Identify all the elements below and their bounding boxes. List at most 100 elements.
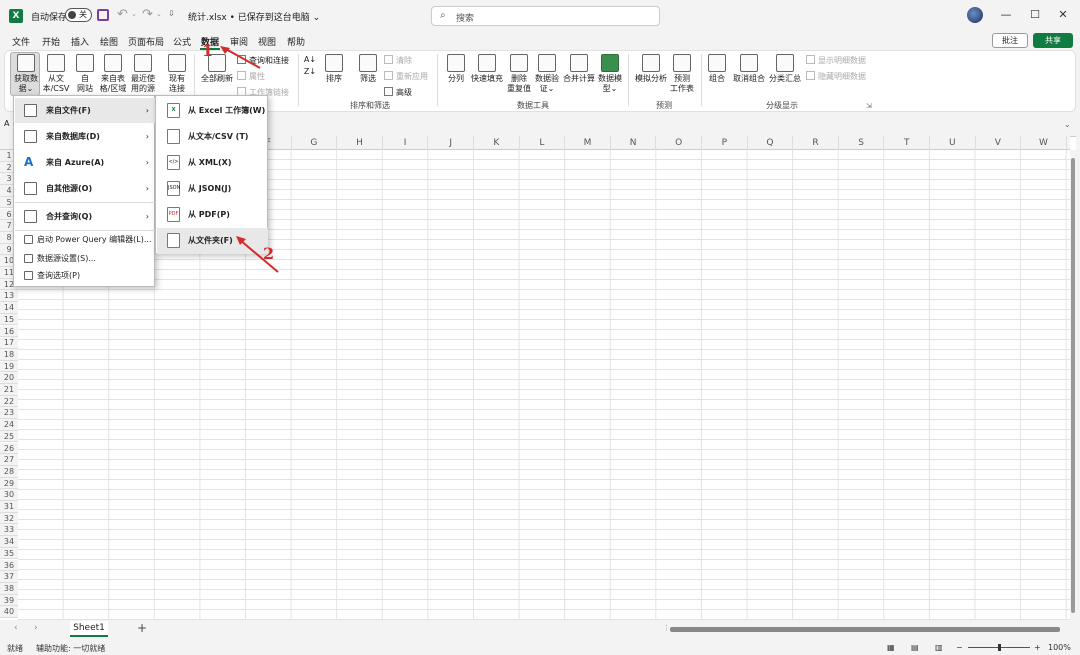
row-header[interactable]: 26: [0, 442, 18, 455]
row-header[interactable]: 30: [0, 489, 18, 501]
row-header[interactable]: 35: [0, 547, 18, 560]
horizontal-scroll-thumb[interactable]: [670, 627, 1060, 632]
zoom-in-icon[interactable]: +: [1034, 643, 1041, 652]
filter-button[interactable]: 筛选: [356, 54, 380, 84]
row-header[interactable]: 32: [0, 512, 18, 525]
column-header[interactable]: V: [976, 136, 1022, 150]
accessibility-status[interactable]: 辅助功能: 一切就绪: [36, 643, 105, 654]
properties-button[interactable]: 属性: [237, 71, 265, 82]
row-header[interactable]: 31: [0, 501, 18, 513]
menu-item-from-text-csv[interactable]: 从文本/CSV (T): [157, 124, 268, 150]
sheet-tab[interactable]: Sheet1: [70, 621, 108, 637]
row-header[interactable]: 27: [0, 454, 18, 466]
row-header[interactable]: 18: [0, 348, 18, 361]
subtotal-button[interactable]: 分类汇总: [768, 54, 802, 84]
save-icon[interactable]: [97, 9, 109, 21]
name-box[interactable]: A: [4, 119, 9, 128]
comments-button[interactable]: 批注: [992, 33, 1028, 48]
column-header[interactable]: H: [337, 136, 383, 150]
customize-quick-access-icon[interactable]: ⇩: [168, 9, 175, 18]
hide-detail-button[interactable]: 隐藏明细数据: [806, 71, 866, 82]
redo-icon[interactable]: ↷: [142, 7, 153, 22]
vertical-scrollbar[interactable]: [1070, 150, 1076, 620]
text-to-columns-button[interactable]: 分列: [445, 54, 467, 84]
row-header[interactable]: 40: [0, 606, 18, 618]
column-header[interactable]: M: [565, 136, 611, 150]
add-sheet-icon[interactable]: +: [137, 621, 147, 635]
tab-draw[interactable]: 绘图: [100, 35, 118, 48]
reapply-button[interactable]: 重新应用: [384, 71, 428, 82]
tab-file[interactable]: 文件: [12, 35, 30, 48]
menu-item-from-file[interactable]: 来自文件(F) ›: [15, 98, 155, 123]
column-header[interactable]: Q: [748, 136, 794, 150]
tab-formulas[interactable]: 公式: [173, 35, 191, 48]
tab-home[interactable]: 开始: [42, 35, 60, 48]
row-header[interactable]: 19: [0, 360, 18, 373]
column-header[interactable]: R: [793, 136, 839, 150]
close-icon[interactable]: ✕: [1054, 8, 1072, 24]
what-if-button[interactable]: 模拟分析: [634, 54, 668, 84]
column-header[interactable]: J: [428, 136, 474, 150]
forecast-sheet-button[interactable]: 预测 工作表: [668, 54, 696, 94]
column-header[interactable]: O: [656, 136, 702, 150]
menu-item-query-options[interactable]: 查询选项(P): [15, 267, 155, 285]
column-header[interactable]: S: [839, 136, 885, 150]
row-header[interactable]: 29: [0, 477, 18, 490]
zoom-slider-handle[interactable]: [998, 644, 1001, 651]
row-header[interactable]: 16: [0, 325, 18, 338]
autosave-toggle[interactable]: 关: [65, 8, 92, 22]
menu-item-data-source-settings[interactable]: 数据源设置(S)...: [15, 250, 155, 268]
vertical-scroll-thumb[interactable]: [1071, 158, 1075, 613]
menu-item-from-pdf[interactable]: PDF 从 PDF(P): [157, 202, 268, 228]
column-header[interactable]: W: [1021, 136, 1067, 150]
file-name[interactable]: 统计.xlsx • 已保存到这台电脑 ⌄: [188, 10, 320, 23]
row-header[interactable]: 33: [0, 524, 18, 537]
row-header[interactable]: 20: [0, 372, 18, 384]
avatar[interactable]: [967, 7, 983, 23]
row-header[interactable]: 13: [0, 290, 18, 303]
zoom-level[interactable]: 100%: [1048, 643, 1071, 652]
from-text-csv-button[interactable]: 从文 本/CSV: [41, 54, 71, 94]
page-layout-view-icon[interactable]: ▤: [911, 643, 919, 652]
row-header[interactable]: 34: [0, 536, 18, 548]
column-header[interactable]: T: [884, 136, 930, 150]
column-header[interactable]: G: [292, 136, 338, 150]
tab-page-layout[interactable]: 页面布局: [128, 35, 164, 48]
row-header[interactable]: 37: [0, 571, 18, 583]
menu-item-from-azure[interactable]: A 来自 Azure(A) ›: [15, 150, 155, 175]
remove-duplicates-button[interactable]: 删除 重复值: [505, 54, 533, 94]
normal-view-icon[interactable]: ▦: [887, 643, 895, 652]
from-table-button[interactable]: 来自表 格/区域: [98, 54, 128, 94]
advanced-filter-button[interactable]: 高级: [384, 87, 412, 98]
minimize-icon[interactable]: —: [997, 8, 1015, 24]
undo-icon[interactable]: ↶: [117, 7, 128, 22]
row-header[interactable]: 17: [0, 337, 18, 349]
consolidate-button[interactable]: 合并计算: [562, 54, 596, 84]
menu-item-from-other[interactable]: 自其他源(O) ›: [15, 176, 155, 201]
clear-button[interactable]: 清除: [384, 55, 412, 66]
existing-connections-button[interactable]: 现有 连接: [163, 54, 191, 94]
group-button[interactable]: 组合: [706, 54, 728, 84]
row-header[interactable]: 28: [0, 465, 18, 478]
data-validation-button[interactable]: 数据验 证⌄: [534, 54, 560, 94]
row-header[interactable]: 36: [0, 559, 18, 572]
expand-formula-bar-icon[interactable]: ⌄: [1064, 120, 1071, 129]
row-header[interactable]: 14: [0, 302, 18, 314]
row-header[interactable]: 23: [0, 407, 18, 420]
tab-split-icon[interactable]: ⋮: [663, 624, 670, 632]
row-header[interactable]: 22: [0, 395, 18, 408]
menu-item-launch-power-query[interactable]: 启动 Power Query 编辑器(L)...: [15, 231, 155, 249]
menu-item-from-json[interactable]: JSON 从 JSON(J): [157, 176, 268, 202]
column-header[interactable]: P: [702, 136, 748, 150]
menu-item-from-xml[interactable]: </> 从 XML(X): [157, 150, 268, 176]
data-model-button[interactable]: 数据模 型⌄: [598, 54, 622, 94]
row-header[interactable]: 25: [0, 430, 18, 443]
column-header[interactable]: K: [474, 136, 520, 150]
ungroup-button[interactable]: 取消组合: [732, 54, 766, 84]
row-header[interactable]: 38: [0, 582, 18, 595]
sort-az-button[interactable]: A↓ Z↓: [303, 54, 317, 78]
dialog-launcher-icon[interactable]: ⇲: [866, 101, 872, 111]
show-detail-button[interactable]: 显示明细数据: [806, 55, 866, 66]
recent-sources-button[interactable]: 最近使 用的源: [129, 54, 157, 94]
previous-sheet-icon[interactable]: ‹: [14, 623, 18, 633]
